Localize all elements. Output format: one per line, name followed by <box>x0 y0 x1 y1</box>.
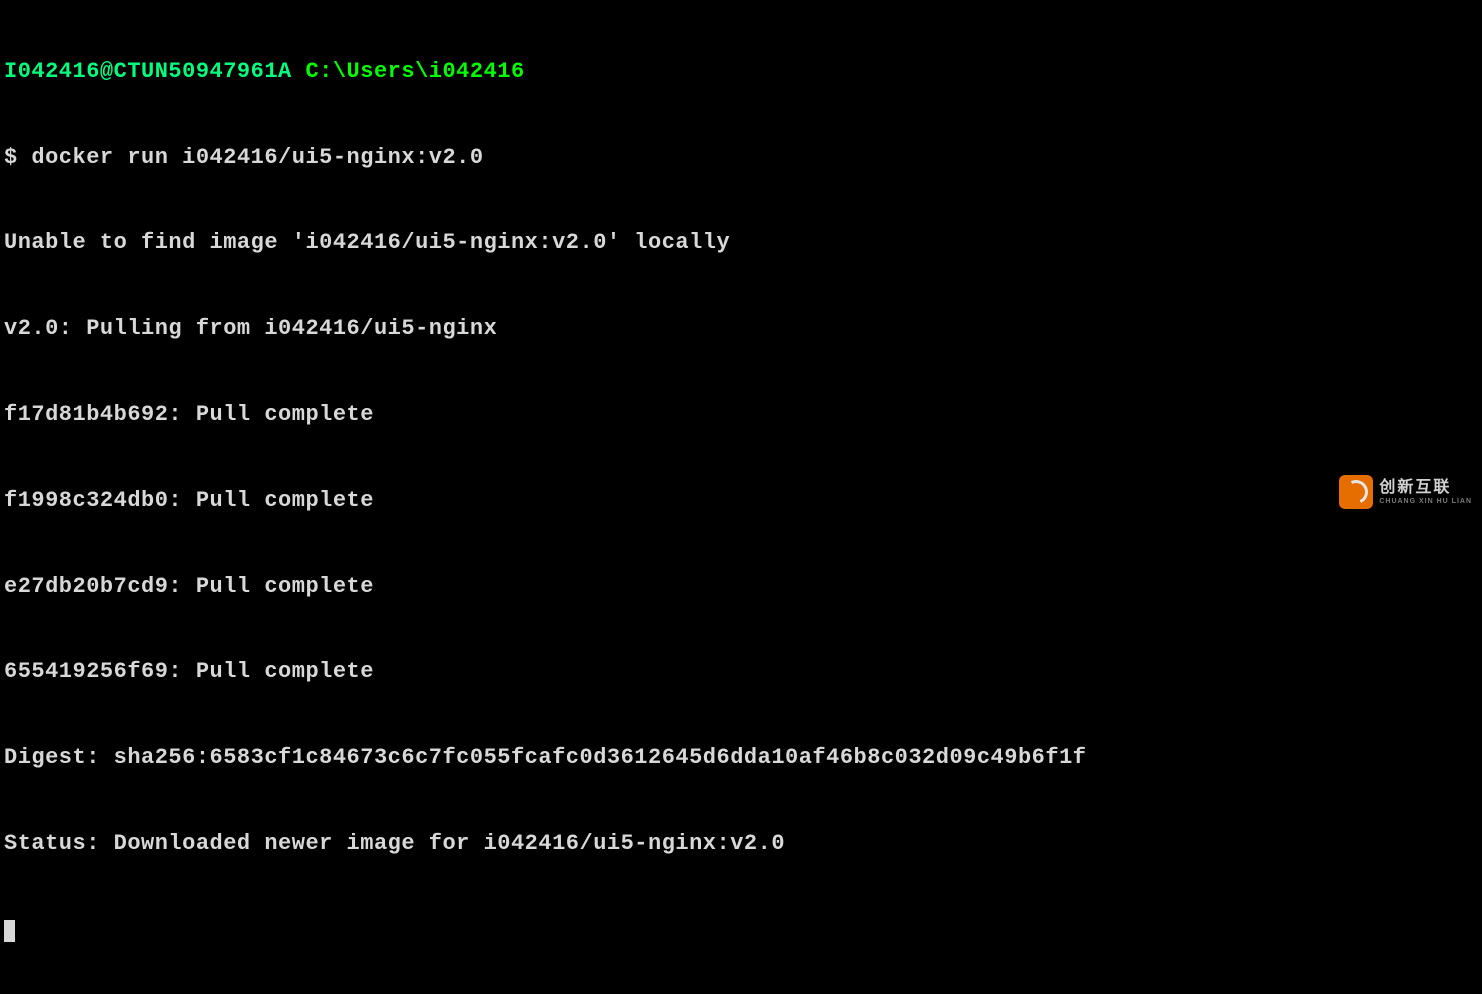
watermark-logo-icon <box>1339 475 1373 509</box>
watermark-text-block: 创新互联 CHUANG XIN HU LIAN <box>1379 480 1472 505</box>
output-line-layer3: e27db20b7cd9: Pull complete <box>4 566 1478 609</box>
cursor-icon <box>4 920 15 942</box>
prompt-line: I042416@CTUN50947961A C:\Users\i042416 <box>4 51 1478 94</box>
output-line-pulling: v2.0: Pulling from i042416/ui5-nginx <box>4 308 1478 351</box>
output-line-digest: Digest: sha256:6583cf1c84673c6c7fc055fca… <box>4 737 1478 780</box>
output-line-status: Status: Downloaded newer image for i0424… <box>4 823 1478 866</box>
cursor-line[interactable] <box>4 909 1478 952</box>
command-line: $ docker run i042416/ui5-nginx:v2.0 <box>4 137 1478 180</box>
command-text: docker run i042416/ui5-nginx:v2.0 <box>31 145 483 170</box>
watermark-main-text: 创新互联 <box>1379 480 1472 496</box>
prompt-symbol: $ <box>4 145 18 170</box>
output-line-layer2: f1998c324db0: Pull complete <box>4 480 1478 523</box>
terminal-window[interactable]: I042416@CTUN50947961A C:\Users\i042416 $… <box>4 8 1478 994</box>
watermark: 创新互联 CHUANG XIN HU LIAN <box>1339 475 1472 509</box>
prompt-user-host: I042416@CTUN50947961A <box>4 59 292 84</box>
output-line-layer4: 655419256f69: Pull complete <box>4 651 1478 694</box>
watermark-sub-text: CHUANG XIN HU LIAN <box>1379 498 1472 505</box>
output-line-unable: Unable to find image 'i042416/ui5-nginx:… <box>4 222 1478 265</box>
output-line-layer1: f17d81b4b692: Pull complete <box>4 394 1478 437</box>
prompt-path: C:\Users\i042416 <box>305 59 524 84</box>
